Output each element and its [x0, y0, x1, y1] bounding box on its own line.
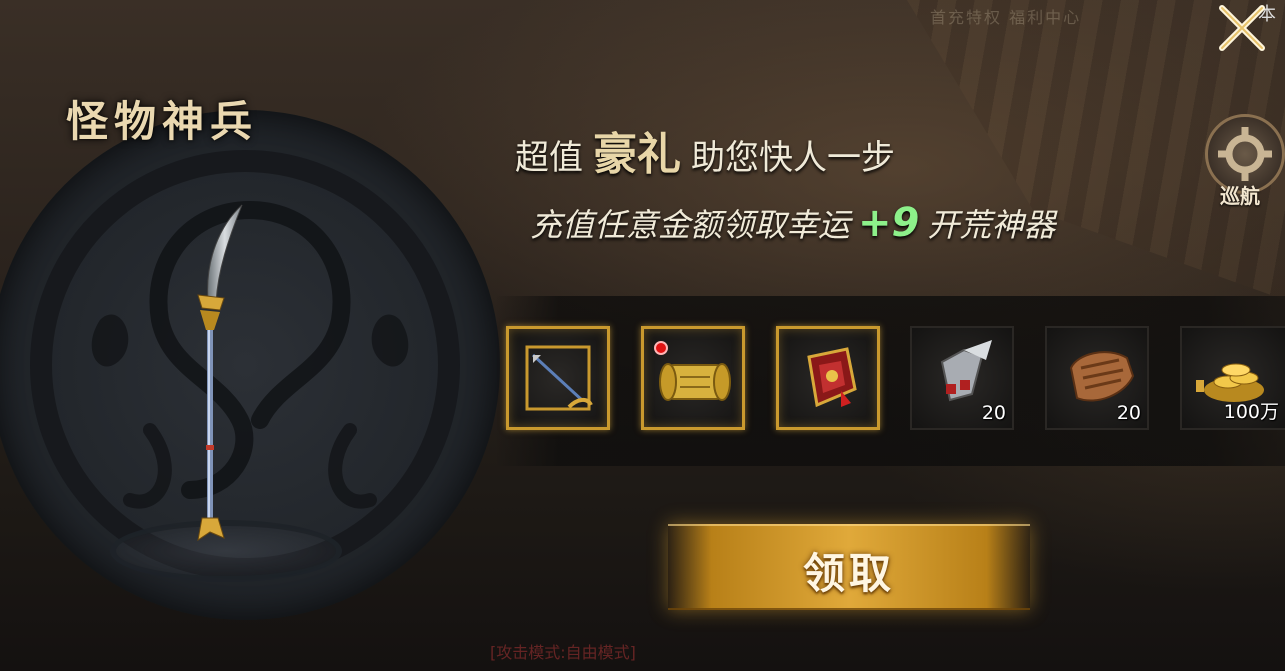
headline-suffix: 助您快人一步 [691, 138, 895, 178]
reward-slot-material[interactable]: 20 [1045, 326, 1149, 430]
bow-icon [525, 345, 593, 411]
sub-prefix: 充值任意金额领取幸运 [530, 206, 851, 244]
headline-prefix: 超值 [515, 138, 583, 178]
reward-slot-scroll[interactable] [641, 326, 745, 430]
bonus-level: +9 [858, 200, 920, 246]
attack-mode-text: [攻击模式:自由模式] [490, 643, 636, 662]
headline: 超值 豪礼 助您快人一步 [515, 118, 895, 182]
game-scene: 首充特权 福利中心 本 怪物神兵 超值 豪礼 助您快人一步 充值任意金额领取幸运 +9… [0, 0, 1285, 671]
panel-title: 怪物神兵 [66, 97, 259, 146]
claim-button-label: 领取 [802, 549, 895, 598]
reward-slot-gauntlet[interactable]: 20 [910, 326, 1014, 430]
reward-quantity: 100万 [1223, 401, 1279, 423]
glaive-weapon-icon [197, 204, 243, 542]
reward-slot-armor[interactable] [776, 326, 880, 430]
background-menu-text: 首充特权 福利中心 [930, 8, 1082, 27]
subheadline: 充值任意金额领取幸运 +9 开荒神器 [530, 200, 1055, 246]
cruise-nav-button[interactable]: 巡航 [1200, 110, 1285, 210]
reward-slot-gold[interactable]: 100万 [1180, 326, 1285, 430]
reward-quantity: 20 [1116, 402, 1141, 424]
close-icon [1219, 5, 1265, 51]
red-dot-badge [654, 341, 668, 355]
sub-suffix: 开荒神器 [927, 206, 1056, 244]
reward-quantity: 20 [981, 402, 1006, 424]
cruise-nav-label: 巡航 [1220, 184, 1260, 208]
headline-emphasis: 豪礼 [593, 129, 681, 180]
reward-strip [495, 296, 1285, 466]
reward-slot-bow[interactable] [506, 326, 610, 430]
claim-button[interactable]: 领取 [668, 524, 1030, 610]
armor-icon [807, 347, 857, 408]
close-button[interactable] [1212, 0, 1272, 56]
